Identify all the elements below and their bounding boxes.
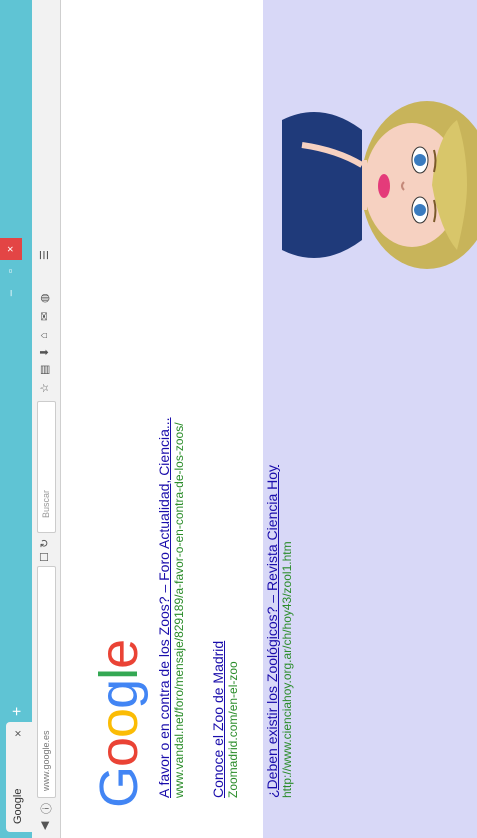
new-tab-button[interactable]: + [9,707,27,716]
tab-bar: Google × + – ▫ × [0,0,32,838]
minimize-button[interactable]: – [0,282,22,304]
url-text: www.google.es [41,730,51,791]
maximize-button[interactable]: ▫ [0,260,22,282]
shield-icon[interactable]: ◍ [38,293,51,303]
character-panel [262,0,477,838]
result-title-link[interactable]: ¿Deben existir los Zoológicos? – Revista… [264,465,280,798]
info-icon[interactable]: ⓘ [38,803,54,814]
download-icon[interactable]: ⬇ [38,348,51,357]
star-icon[interactable]: ☆ [38,383,51,393]
home-icon[interactable]: ⌂ [38,332,50,339]
google-logo: Google [89,639,149,808]
tab-title: Google [12,788,24,824]
search-box[interactable]: Buscar [37,401,56,533]
screen: Google × + – ▫ × ◀ ⓘ www.google.es ☐ ↻ B… [0,0,477,838]
result-url: www.vandal.net/foro/mensaje/829189/a-fav… [172,422,186,798]
back-icon[interactable]: ◀ [38,822,51,830]
navigation-toolbar: ◀ ⓘ www.google.es ☐ ↻ Buscar ☆ ▤ ⬇ ⌂ ✉ ◍… [32,0,61,838]
clipboard-icon[interactable]: ▤ [38,365,51,375]
tab-google[interactable]: Google × [6,722,32,832]
search-result: A favor o en contra de los Zoos? – Foro … [156,417,186,798]
search-result: ¿Deben existir los Zoológicos? – Revista… [264,465,294,798]
window-close-button[interactable]: × [0,238,22,260]
search-result: Conoce el Zoo de Madrid Zoomadrid.com/en… [210,641,240,798]
result-title-link[interactable]: Conoce el Zoo de Madrid [210,641,226,798]
bookmark-icon[interactable]: ☐ [38,552,51,562]
search-placeholder: Buscar [41,489,51,518]
reload-icon[interactable]: ↻ [38,539,51,548]
menu-icon[interactable]: ☰ [38,250,51,260]
result-title-link[interactable]: A favor o en contra de los Zoos? – Foro … [156,417,172,798]
url-bar[interactable]: www.google.es [37,566,56,798]
chat-icon[interactable]: ✉ [38,312,51,321]
result-url: http://www.cienciahoy.org.ar/ch/hoy43/zo… [280,541,294,798]
browser-window: Google × + – ▫ × ◀ ⓘ www.google.es ☐ ↻ B… [0,0,294,838]
cartoon-woman [262,60,477,310]
result-url: Zoomadrid.com/en-el-zoo [226,661,240,798]
close-icon[interactable]: × [11,730,25,737]
